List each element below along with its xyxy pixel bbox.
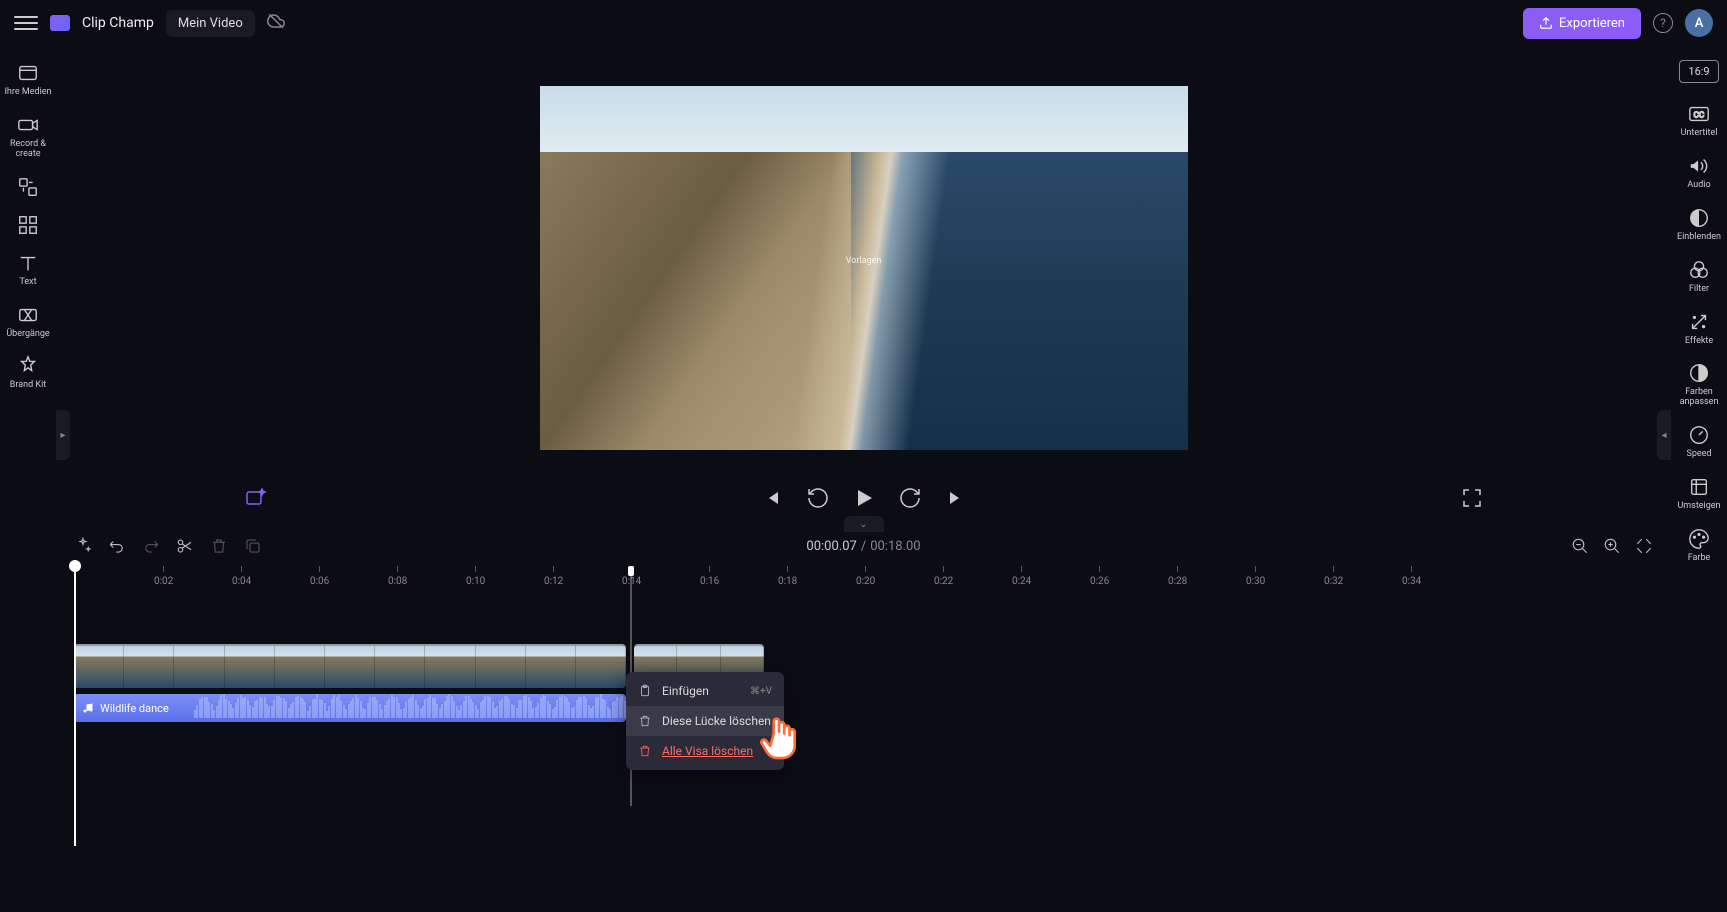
split-button[interactable] xyxy=(176,537,194,555)
timeline-toolbar: 00:00.07/00:18.00 xyxy=(56,526,1671,566)
sidebar-item-brand[interactable]: Brand Kit xyxy=(0,349,56,397)
avatar[interactable]: A xyxy=(1685,9,1713,37)
help-button[interactable]: ? xyxy=(1653,13,1673,33)
zoom-fit-button[interactable] xyxy=(1635,537,1653,555)
right-item-fade[interactable]: Einblenden xyxy=(1671,201,1727,249)
aspect-ratio-button[interactable]: 16:9 xyxy=(1679,60,1718,83)
cloud-off-icon xyxy=(267,12,285,34)
video-clip-1[interactable] xyxy=(74,644,626,688)
sidebar-item-text[interactable]: Text xyxy=(0,246,56,294)
ctx-delete-all[interactable]: Alle Visa löschen xyxy=(626,736,784,766)
timeline-ruler[interactable]: 0:020:040:060:080:100:120:140:160:180:20… xyxy=(74,566,1653,594)
sidebar-item-swap[interactable] xyxy=(0,170,56,204)
right-item-adjust-colors[interactable]: Farben anpassen xyxy=(1671,356,1727,414)
right-item-effects[interactable]: Effekte xyxy=(1671,305,1727,353)
right-item-transform[interactable]: Umsteigen xyxy=(1671,470,1727,518)
ctx-delete-gap[interactable]: Diese Lücke löschen xyxy=(626,706,784,736)
timeline-zone: ⌄ 00:00.07/00:18.00 0:020:040:060:080:10… xyxy=(56,526,1671,912)
topbar: Clip Champ Mein Video Exportieren ? A xyxy=(0,0,1727,46)
sidebar-item-templates[interactable] xyxy=(0,208,56,242)
trash-icon xyxy=(638,744,652,758)
right-rail: 16:9 CC Untertitel Audio Einblenden Filt… xyxy=(1671,46,1727,912)
app-logo xyxy=(50,15,70,31)
copy-button[interactable] xyxy=(244,537,262,555)
project-name[interactable]: Mein Video xyxy=(166,10,255,37)
preview-overlay-text: Vorlagen xyxy=(846,256,882,266)
right-item-speed[interactable]: Speed xyxy=(1671,418,1727,466)
music-icon xyxy=(82,702,94,714)
prev-frame-button[interactable] xyxy=(760,486,784,510)
audio-clip[interactable]: Wildlife dance xyxy=(74,694,626,722)
zoom-out-button[interactable] xyxy=(1571,537,1589,555)
audio-clip-name: Wildlife dance xyxy=(100,702,169,715)
magic-icon[interactable] xyxy=(74,537,92,555)
context-menu: Einfügen ⌘+V Diese Lücke löschen Alle Vi… xyxy=(626,672,784,770)
timeline-time: 00:00.07/00:18.00 xyxy=(806,539,920,554)
app-name: Clip Champ xyxy=(82,15,154,31)
delete-button[interactable] xyxy=(210,537,228,555)
export-button[interactable]: Exportieren xyxy=(1523,8,1641,39)
ctx-paste[interactable]: Einfügen ⌘+V xyxy=(626,676,784,706)
next-frame-button[interactable] xyxy=(944,486,968,510)
right-item-color[interactable]: Farbe xyxy=(1671,522,1727,570)
sidebar-item-media[interactable]: Ihre Medien xyxy=(0,56,56,104)
timeline-collapse-button[interactable]: ⌄ xyxy=(844,516,884,532)
paste-icon xyxy=(638,684,652,698)
right-item-audio[interactable]: Audio xyxy=(1671,149,1727,197)
playhead[interactable] xyxy=(74,566,76,846)
svg-text:CC: CC xyxy=(1694,111,1705,121)
sidebar-item-record[interactable]: Record & create xyxy=(0,108,56,166)
undo-button[interactable] xyxy=(108,537,126,555)
right-item-filter[interactable]: Filter xyxy=(1671,253,1727,301)
video-track xyxy=(74,644,1653,688)
timeline-tracks: Wildlife dance xyxy=(74,644,1653,722)
sidebar-item-transitions[interactable]: Übergänge xyxy=(0,298,56,346)
preview-area: Vorlagen xyxy=(56,46,1671,526)
fullscreen-button[interactable] xyxy=(1460,486,1484,510)
menu-button[interactable] xyxy=(14,11,38,35)
forward-button[interactable] xyxy=(898,486,922,510)
left-rail: Ihre Medien Record & create Text Übergän… xyxy=(0,46,56,912)
trash-icon xyxy=(638,714,652,728)
zoom-in-button[interactable] xyxy=(1603,537,1621,555)
preview-canvas[interactable]: Vorlagen xyxy=(540,86,1188,450)
player-controls xyxy=(244,478,1484,518)
play-button[interactable] xyxy=(852,486,876,510)
rewind-button[interactable] xyxy=(806,486,830,510)
right-item-captions[interactable]: CC Untertitel xyxy=(1671,97,1727,145)
auto-caption-icon[interactable] xyxy=(244,486,268,510)
redo-button[interactable] xyxy=(142,537,160,555)
